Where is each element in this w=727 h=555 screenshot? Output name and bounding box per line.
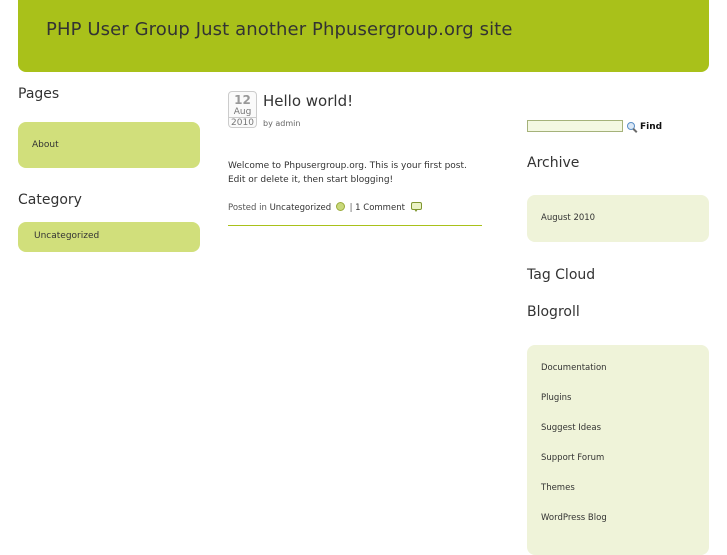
category-link-uncategorized[interactable]: Uncategorized (34, 222, 200, 251)
blogroll-link-documentation[interactable]: Documentation (541, 362, 709, 392)
post-content: Welcome to Phpusergroup.org. This is you… (228, 159, 484, 187)
post-divider (228, 225, 482, 226)
search-form: Find (527, 118, 709, 136)
find-button[interactable]: Find (627, 120, 662, 134)
post-title[interactable]: Hello world! (263, 92, 353, 110)
post-title-link[interactable]: Hello world! (263, 92, 353, 110)
tag-cloud-widget-title: Tag Cloud (527, 267, 596, 283)
comments-link[interactable]: 1 Comment (355, 203, 405, 213)
blogroll-widget-title: Blogroll (527, 304, 580, 320)
pages-list: About (18, 122, 200, 168)
page-link-about[interactable]: About (32, 122, 200, 168)
post-date-badge: 12 Aug 2010 (228, 91, 257, 128)
blogroll-link-plugins[interactable]: Plugins (541, 392, 709, 422)
category-widget-title: Category (18, 192, 82, 208)
post-date-year: 2010 (229, 117, 256, 128)
post-meta: Posted in Uncategorized | 1 Comment (228, 202, 422, 213)
site-title-link[interactable]: PHP User Group Just another Phpusergroup… (46, 19, 513, 40)
blogroll-link-themes[interactable]: Themes (541, 482, 709, 512)
pages-widget-title: Pages (18, 86, 60, 102)
post-date-month: Aug (233, 107, 252, 117)
category-list: Uncategorized (18, 222, 200, 252)
search-input[interactable] (527, 120, 623, 132)
left-sidebar: Pages About Category Uncategorized (18, 86, 200, 252)
archive-widget-title: Archive (527, 155, 580, 171)
site-header: PHP User Group Just another Phpusergroup… (18, 0, 709, 72)
meta-separator: | (349, 203, 353, 213)
blogroll-link-suggest-ideas[interactable]: Suggest Ideas (541, 422, 709, 452)
blogroll-link-wordpress-blog[interactable]: WordPress Blog (541, 512, 709, 542)
magnifier-icon (627, 122, 638, 133)
archive-list: August 2010 (527, 195, 709, 242)
archive-link-august-2010[interactable]: August 2010 (541, 213, 595, 223)
post-category-link[interactable]: Uncategorized (270, 203, 332, 213)
posted-in-label: Posted in (228, 203, 267, 213)
post-date-day: 12 (234, 93, 251, 107)
author-link[interactable]: admin (275, 119, 300, 128)
blogroll-link-support-forum[interactable]: Support Forum (541, 452, 709, 482)
find-button-label: Find (640, 122, 663, 132)
right-sidebar: Find Archive August 2010 Tag Cloud Blogr… (527, 118, 709, 555)
site-title[interactable]: PHP User Group Just another Phpusergroup… (46, 19, 513, 40)
comment-bubble-icon[interactable] (410, 202, 422, 212)
byline-prefix: by (263, 119, 273, 128)
category-dot-icon (335, 202, 345, 211)
post-byline: by admin (263, 119, 300, 128)
post-body-link[interactable]: Phpusergroup.org (284, 161, 364, 171)
blogroll-list: Documentation Plugins Suggest Ideas Supp… (527, 345, 709, 555)
post-body-before: Welcome to (228, 161, 284, 171)
